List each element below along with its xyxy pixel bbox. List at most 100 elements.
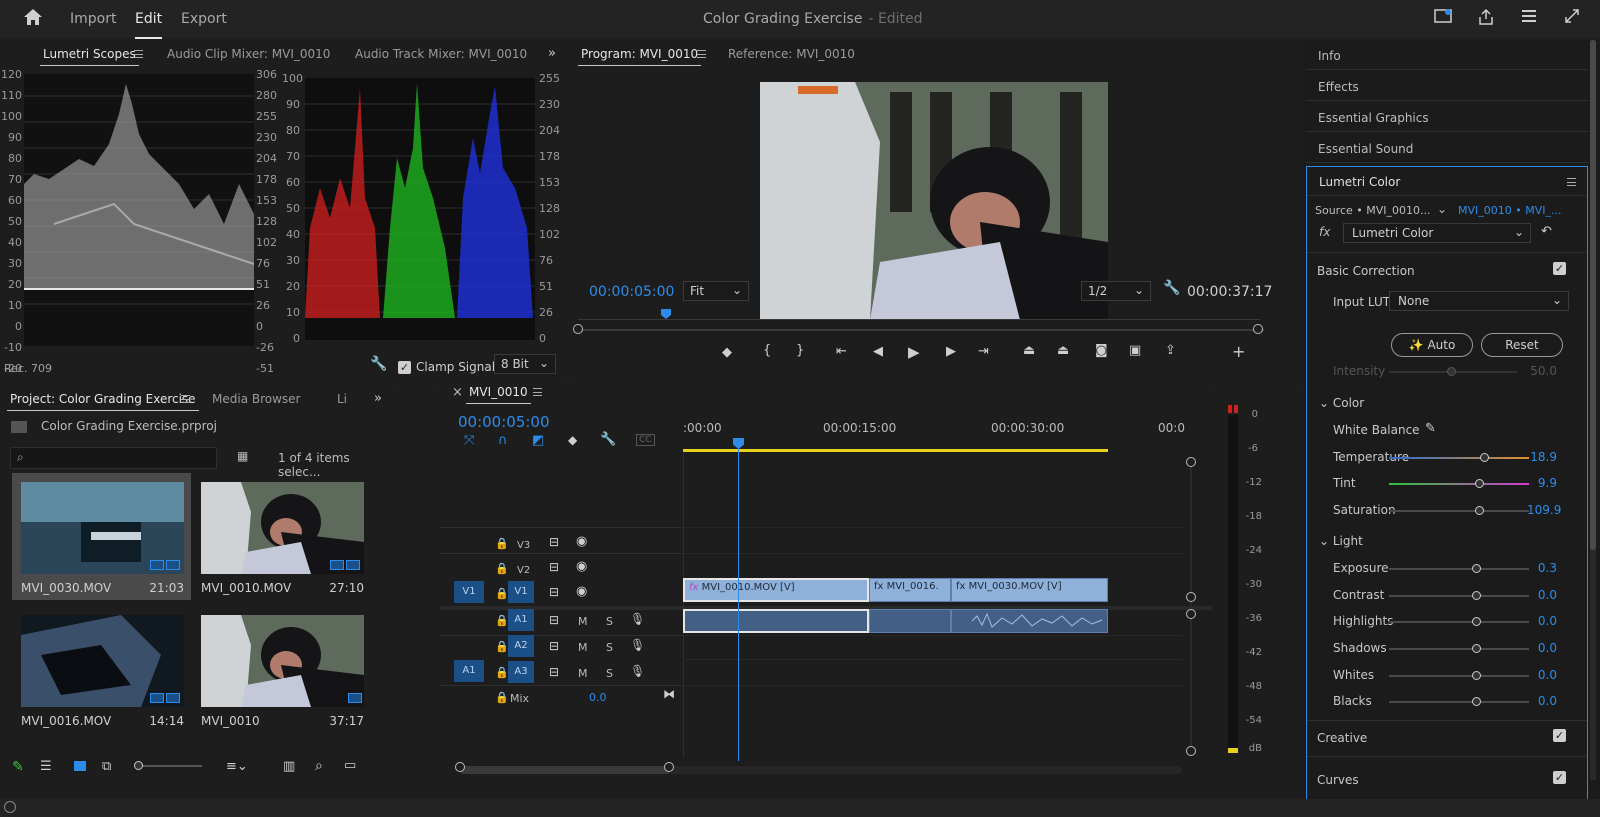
clip-mvi-0010-audio[interactable] (683, 609, 869, 633)
panel-menu-icon[interactable] (1567, 178, 1576, 186)
scroll-handle[interactable] (455, 762, 465, 772)
clip-mvi-0030-video[interactable]: fx MVI_0030.MOV [V] (951, 578, 1108, 602)
export-frame-icon[interactable]: ⇪ (1165, 343, 1176, 358)
workspaces-icon[interactable] (1518, 8, 1540, 30)
timeline-playhead-line[interactable] (738, 441, 739, 761)
more-tabs-icon[interactable]: » (548, 46, 556, 61)
chevron-down-icon[interactable]: ⌄ (1437, 202, 1447, 216)
new-bin-icon[interactable]: ▦ (237, 449, 248, 463)
timeline-ruler[interactable]: :00:00 00:00:15:00 00:00:30:00 00:0 (683, 421, 1187, 441)
scroll-handle[interactable] (1186, 609, 1196, 619)
lock-icon[interactable]: 🔒 (495, 537, 509, 550)
zoom-handle-left[interactable] (573, 324, 583, 334)
step-back-icon[interactable]: ◀ (873, 344, 883, 359)
zoom-handle-right[interactable] (1253, 324, 1263, 334)
slider-knob[interactable] (134, 761, 143, 770)
panel-info[interactable]: Info (1306, 40, 1588, 70)
snap-icon[interactable]: ∩ (498, 433, 508, 448)
shadows-slider[interactable] (1389, 644, 1529, 653)
clip-mvi-0010-video[interactable]: fx MVI_0010.MOV [V] (683, 578, 869, 602)
tab-reference[interactable]: Reference: MVI_0010 (728, 47, 855, 61)
play-icon[interactable]: ▶ (908, 343, 920, 361)
lock-icon[interactable]: 🔒 (495, 691, 509, 704)
microphone-icon[interactable]: 🎙 (630, 612, 645, 626)
tab-audio-track-mixer[interactable]: Audio Track Mixer: MVI_0010 (355, 47, 527, 61)
eye-icon[interactable]: ◉ (576, 559, 587, 574)
mark-in-icon[interactable]: { (763, 343, 771, 358)
sync-lock-icon[interactable]: ⊟ (549, 585, 559, 599)
lock-icon[interactable]: 🔒 (495, 587, 509, 600)
menu-edit[interactable]: Edit (135, 11, 163, 39)
slider-knob[interactable] (1472, 591, 1481, 600)
mute-button[interactable]: M (578, 667, 588, 680)
tab-media-browser[interactable]: Media Browser (212, 392, 300, 406)
curves-section[interactable]: Curves (1317, 773, 1359, 787)
tint-value[interactable]: 9.9 (1527, 476, 1557, 490)
reset-button[interactable]: Reset (1481, 333, 1563, 357)
slider-knob[interactable] (1472, 644, 1481, 653)
whites-slider[interactable] (1389, 671, 1529, 680)
microphone-icon[interactable]: 🎙 (630, 664, 645, 678)
thumbnail-mvi-0010-sequence[interactable] (201, 615, 364, 707)
mute-button[interactable]: M (578, 641, 588, 654)
shadows-value[interactable]: 0.0 (1527, 641, 1557, 655)
panel-menu-icon[interactable] (134, 50, 143, 58)
tab-program[interactable]: Program: MVI_0010 (577, 47, 702, 66)
eye-icon[interactable]: ◉ (576, 534, 587, 549)
clip-mvi-0016-audio[interactable] (869, 609, 951, 633)
mark-out-icon[interactable]: } (796, 343, 804, 358)
panel-essential-graphics[interactable]: Essential Graphics (1306, 102, 1588, 132)
linked-selection-icon[interactable]: ◩ (532, 433, 544, 448)
compare-view-icon[interactable]: ▣ (1129, 343, 1141, 358)
reset-effect-icon[interactable]: ↶ (1541, 224, 1552, 239)
automate-icon[interactable]: ▥ (283, 759, 295, 774)
exposure-slider[interactable] (1389, 564, 1529, 573)
highlights-value[interactable]: 0.0 (1527, 614, 1557, 628)
scroll-handle[interactable] (664, 762, 674, 772)
icon-view-icon[interactable] (74, 761, 86, 771)
work-area-bar[interactable] (683, 449, 1108, 452)
mute-button[interactable]: M (578, 615, 588, 628)
eyedropper-icon[interactable]: ✎ (1425, 421, 1436, 436)
timeline-timecode[interactable]: 00:00:05:00 (458, 413, 550, 431)
menu-import[interactable]: Import (70, 11, 116, 27)
slider-knob[interactable] (1472, 564, 1481, 573)
basic-correction-label[interactable]: Basic Correction (1317, 264, 1415, 278)
marker-icon[interactable]: ◆ (568, 433, 577, 447)
solo-button[interactable]: S (606, 641, 613, 654)
fit-select[interactable]: Fit ⌄ (683, 281, 749, 301)
pencil-icon[interactable]: ✎ (12, 759, 24, 775)
zoom-bar[interactable] (578, 329, 1264, 331)
exposure-value[interactable]: 0.3 (1527, 561, 1557, 575)
search-input[interactable]: ⌕ (10, 447, 217, 469)
creative-section[interactable]: Creative (1317, 731, 1367, 745)
clip-mvi-0016-video[interactable]: fx MVI_0016. (869, 578, 951, 602)
home-icon[interactable] (22, 8, 44, 30)
sync-lock-icon[interactable]: ⊟ (549, 665, 559, 679)
slider-knob[interactable] (1472, 671, 1481, 680)
vertical-scrollbar[interactable] (1190, 457, 1192, 747)
basic-correction-checkbox[interactable]: ✓ (1553, 262, 1566, 275)
target-clip[interactable]: MVI_0010 • MVI_... (1458, 204, 1562, 217)
extract-icon[interactable]: ⏏ (1057, 343, 1069, 358)
scrollbar-thumb[interactable] (460, 766, 670, 774)
slider-knob[interactable] (1475, 479, 1484, 488)
wrench-icon[interactable]: 🔧 (370, 356, 387, 372)
panel-effects[interactable]: Effects (1306, 71, 1588, 101)
solo-button[interactable]: S (606, 667, 613, 680)
scroll-handle[interactable] (1186, 457, 1196, 467)
camera-icon[interactable]: ◙ (1095, 343, 1108, 358)
close-tab-icon[interactable]: × (452, 385, 463, 400)
creative-checkbox[interactable]: ✓ (1553, 729, 1566, 742)
temperature-value[interactable]: 18.9 (1527, 450, 1557, 464)
panel-menu-icon[interactable] (181, 395, 190, 403)
tab-lumetri-scopes[interactable]: Lumetri Scopes (40, 47, 139, 66)
scroll-handle[interactable] (1186, 592, 1196, 602)
timeline-settings-icon[interactable]: 🔧 (600, 432, 616, 447)
sync-lock-icon[interactable]: ⊟ (549, 560, 559, 574)
scrollbar-thumb[interactable] (1590, 40, 1596, 550)
list-view-icon[interactable]: ☰ (40, 759, 52, 774)
share-icon[interactable] (1475, 8, 1497, 30)
sort-icon[interactable]: ≡⌄ (226, 759, 248, 774)
tab-sequence[interactable]: MVI_0010 (466, 385, 531, 404)
